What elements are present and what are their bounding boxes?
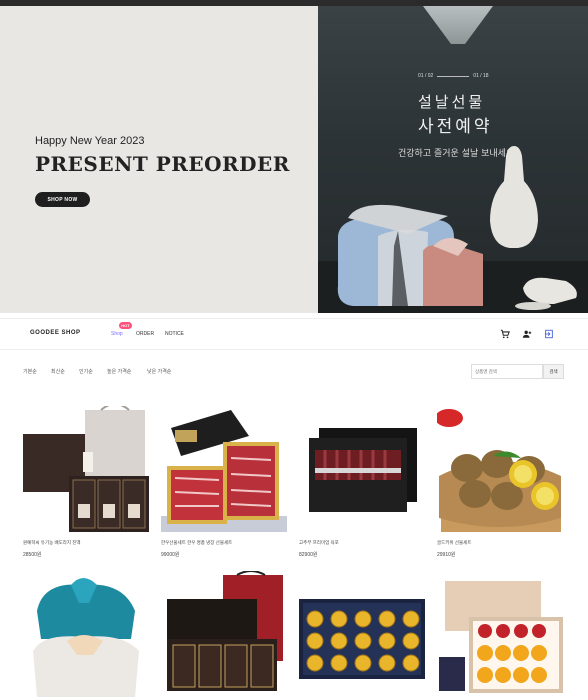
product-price: 29910원 (437, 552, 456, 558)
shop-now-button[interactable]: SHOP NOW (35, 192, 90, 207)
product-name[interactable]: 원예학씨 유기농 배도라지 진액 (23, 540, 149, 546)
search-button[interactable]: 검색 (543, 364, 564, 379)
product-card[interactable] (161, 571, 287, 697)
login-icon[interactable] (543, 328, 555, 340)
product-image[interactable] (161, 406, 287, 532)
sort-price-low[interactable]: 낮은 가격순 (147, 368, 171, 375)
nav-notice[interactable]: NOTICE (165, 331, 184, 337)
gift-wrap-image (318, 146, 588, 313)
main-navbar: GOODEE SHOP HOT Shop ORDER NOTICE (0, 318, 588, 350)
sort-default[interactable]: 기본순 (23, 368, 37, 375)
product-card[interactable]: 원예학씨 유기농 배도라지 진액 28500원 (23, 406, 149, 558)
product-name[interactable]: 한우선물세트 한우 명품 냉장 선물세트 (161, 540, 287, 546)
product-price: 28500원 (23, 552, 42, 558)
hero-banner[interactable]: Happy New Year 2023 PRESENT PREORDER SHO… (0, 6, 588, 313)
sort-bar: 기본순 최신순 인기순 높은 가격순 낮은 가격순 검색 (0, 362, 588, 382)
product-price: 82900원 (299, 552, 318, 558)
product-card[interactable] (299, 571, 425, 697)
sort-popular[interactable]: 인기순 (79, 368, 93, 375)
hot-badge: HOT (119, 322, 132, 329)
product-card[interactable]: 고추부 프리미엄 육포 82900원 (299, 406, 425, 558)
product-search-input[interactable] (471, 364, 543, 379)
add-user-icon[interactable] (521, 328, 533, 340)
product-image[interactable] (437, 571, 563, 697)
product-image[interactable] (161, 571, 287, 697)
product-image[interactable] (23, 571, 149, 697)
sort-newest[interactable]: 최신순 (51, 368, 65, 375)
product-image[interactable] (23, 406, 149, 532)
product-name[interactable]: 골드키위 선물세트 (437, 540, 563, 546)
product-image[interactable] (299, 406, 425, 532)
hero-right-panel: 01 / 02 01 / 18 설날선물 사전예약 건강하고 즐거운 설날 보내… (318, 6, 588, 313)
nav-shop[interactable]: Shop (111, 331, 123, 337)
shop-logo[interactable]: GOODEE SHOP (30, 330, 81, 336)
product-name[interactable]: 고추부 프리미엄 육포 (299, 540, 425, 546)
hero-title: PRESENT PREORDER (35, 152, 290, 176)
product-card[interactable] (437, 571, 563, 697)
hero-left-panel: Happy New Year 2023 PRESENT PREORDER SHO… (0, 6, 318, 313)
hero-subtitle: Happy New Year 2023 (35, 135, 145, 147)
product-card[interactable]: 골드키위 선물세트 29910원 (437, 406, 563, 558)
sort-price-high[interactable]: 높은 가격순 (107, 368, 131, 375)
product-image[interactable] (299, 571, 425, 697)
nav-order[interactable]: ORDER (136, 331, 154, 337)
product-price: 99000원 (161, 552, 180, 558)
cart-icon[interactable] (499, 328, 511, 340)
product-image[interactable] (437, 406, 563, 532)
product-card[interactable] (23, 571, 149, 697)
product-card[interactable]: 한우선물세트 한우 명품 냉장 선물세트 99000원 (161, 406, 287, 558)
